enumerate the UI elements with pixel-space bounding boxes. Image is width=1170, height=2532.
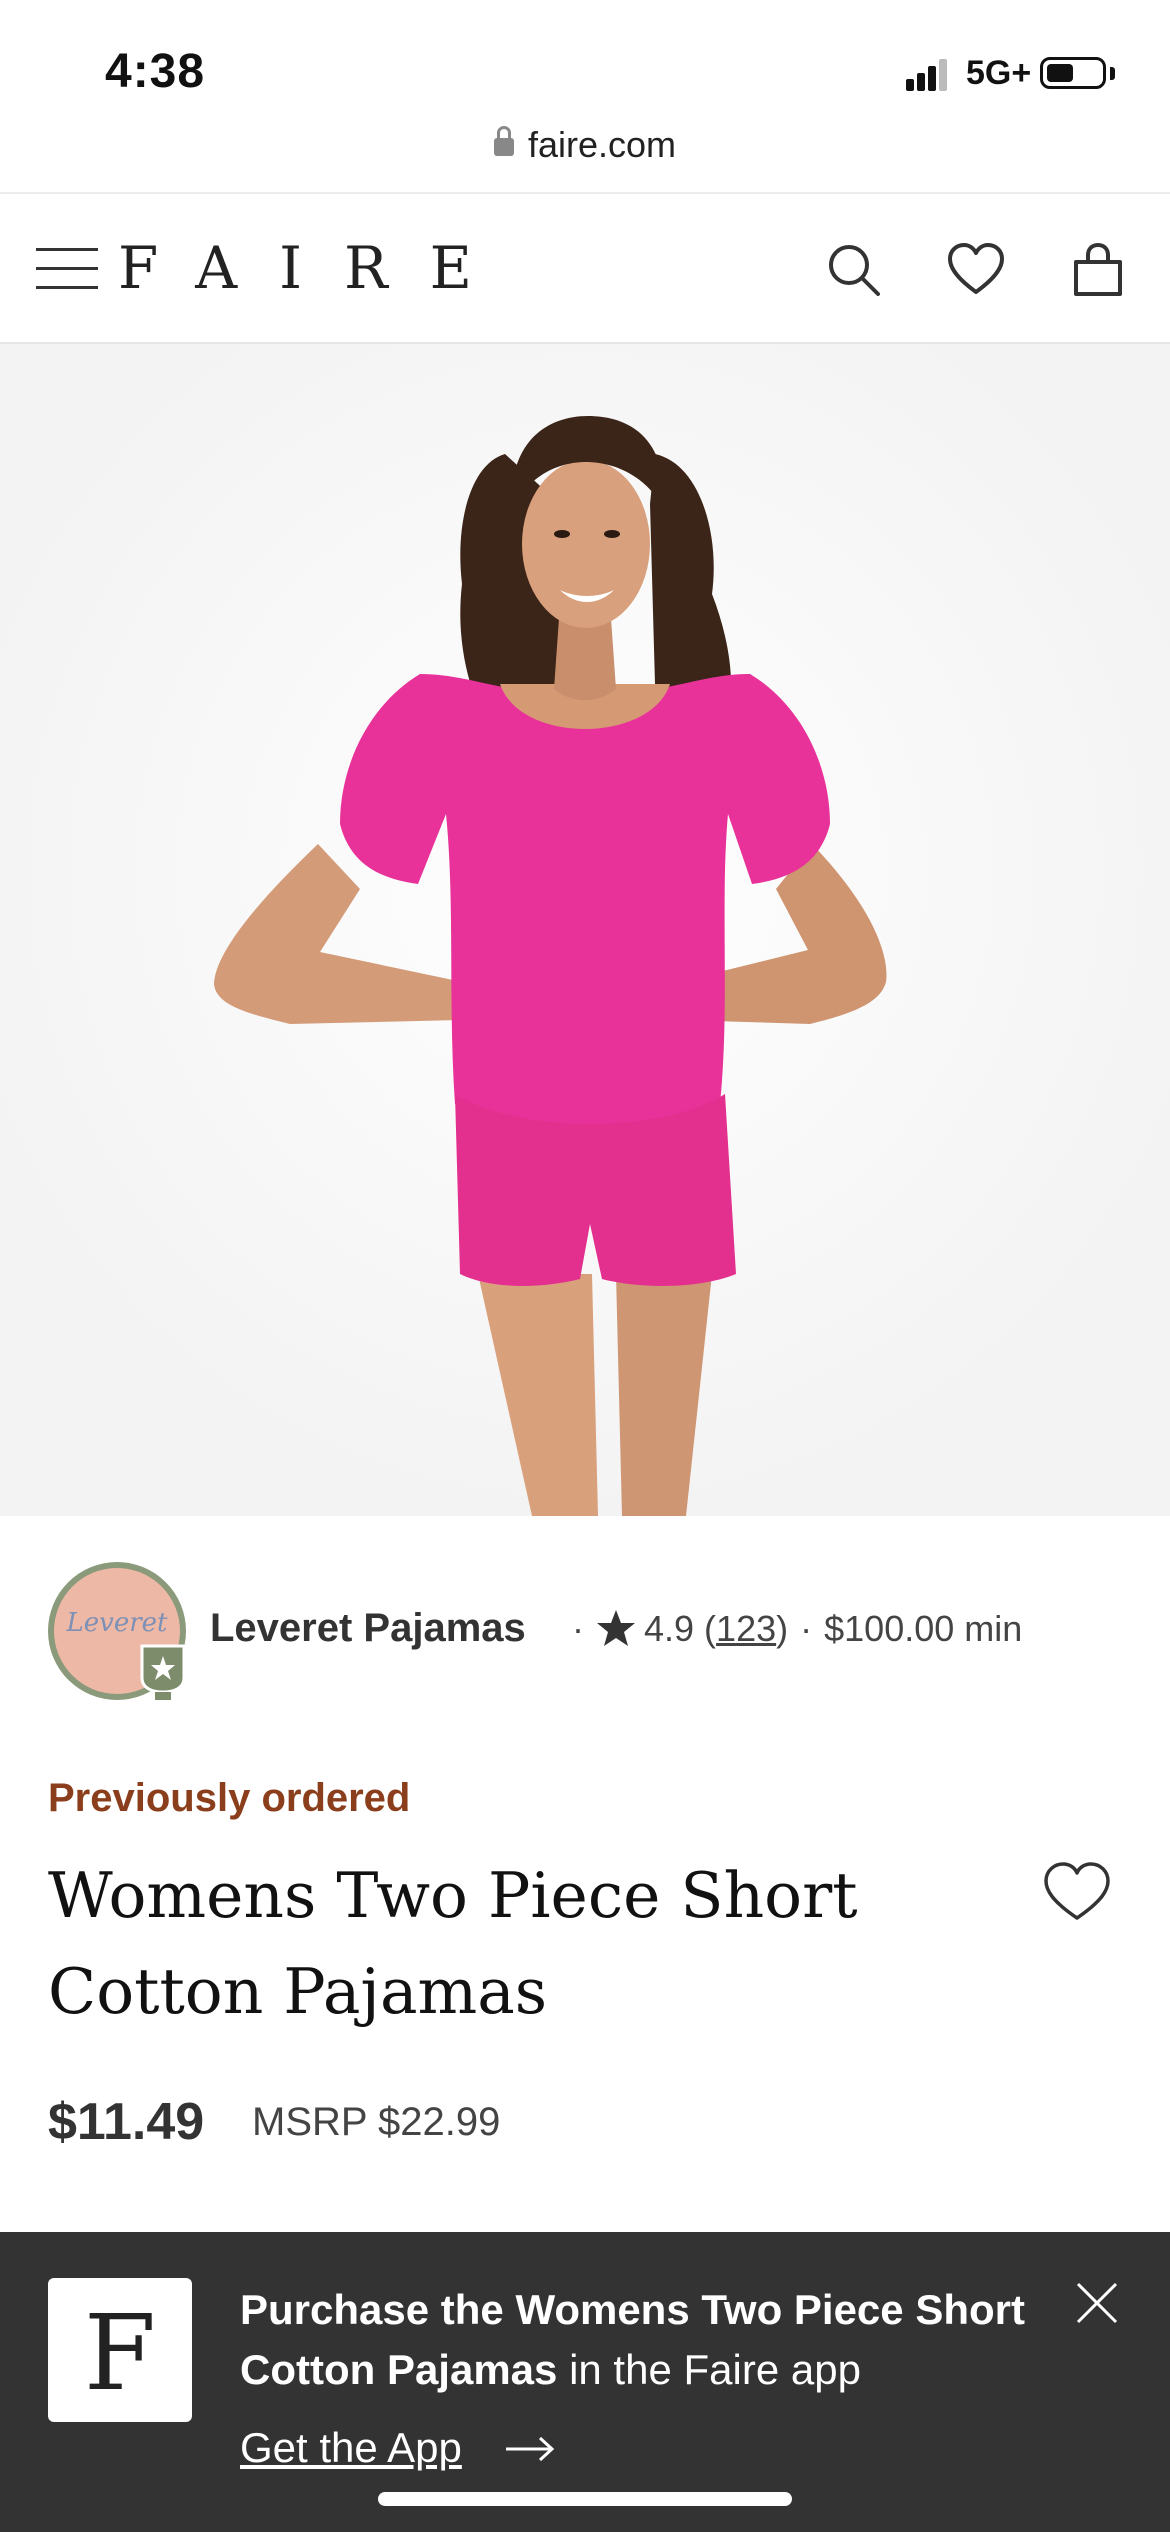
wholesale-price: $11.49 [48, 2093, 205, 2151]
brand-meta: · 4.9 (123) · $100.00 min [572, 1608, 1023, 1649]
msrp-value: $22.99 [377, 2100, 501, 2144]
banner-message: Purchase the Womens Two Piece Short Cott… [240, 2286, 1025, 2393]
verified-badge-icon [140, 1644, 186, 1700]
app-promo-banner: F Purchase the Womens Two Piece Short Co… [0, 2232, 1170, 2532]
signal-icon [906, 57, 947, 91]
model-photo [0, 344, 1170, 1516]
arrow-right-icon[interactable] [504, 2434, 556, 2464]
faire-app-logo: F [48, 2278, 192, 2422]
url-text: faire.com [527, 124, 677, 165]
status-time: 4:38 [105, 45, 206, 98]
brand-rating: 4.9 [644, 1608, 695, 1649]
home-indicator [378, 2492, 792, 2506]
battery-cap [1110, 67, 1115, 80]
close-icon[interactable] [1074, 2280, 1120, 2326]
network-label: 5G+ [966, 54, 1032, 92]
product-image[interactable] [0, 344, 1170, 1516]
status-bar: 4:38 5G+ [0, 0, 1170, 130]
previously-ordered-badge: Previously ordered [48, 1776, 411, 1820]
bag-icon[interactable] [1068, 240, 1128, 300]
brand-name[interactable]: Leveret Pajamas [210, 1606, 526, 1651]
heart-icon[interactable] [946, 240, 1006, 300]
msrp: MSRP $22.99 [252, 2100, 500, 2145]
brand-row[interactable]: Leveret Leveret Pajamas · 4.9 (123) · $100.… [48, 1562, 1148, 1706]
battery-icon [1040, 57, 1106, 89]
faire-logo[interactable]: FAIRE [118, 234, 514, 302]
site-header: FAIRE [0, 192, 1170, 344]
brand-minimum: $100.00 min [824, 1608, 1023, 1649]
menu-icon[interactable] [36, 246, 98, 292]
star-icon [597, 1610, 635, 1646]
product-title: Womens Two Piece Short Cotton Pajamas [48, 1859, 858, 2028]
brand-review-count[interactable]: 123 [716, 1608, 776, 1649]
address-bar[interactable]: faire.com [0, 124, 1170, 166]
msrp-label: MSRP [252, 2100, 367, 2144]
favorite-heart-icon[interactable] [1042, 1860, 1112, 1922]
get-the-app-link[interactable]: Get the App [240, 2424, 462, 2472]
lock-icon [493, 126, 514, 156]
search-icon[interactable] [824, 240, 884, 300]
